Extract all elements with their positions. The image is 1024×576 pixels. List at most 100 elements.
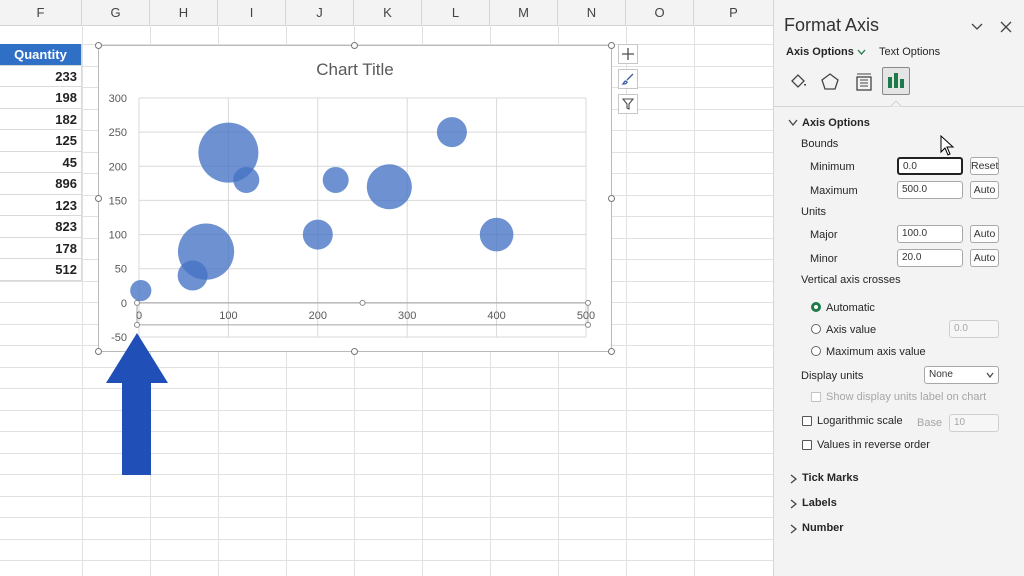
bubble-point[interactable] bbox=[322, 166, 349, 193]
resize-handle[interactable] bbox=[608, 348, 615, 355]
chevron-right-icon[interactable] bbox=[790, 499, 797, 509]
chart-filters-button[interactable] bbox=[618, 94, 638, 114]
table-cell[interactable]: 896 bbox=[0, 173, 82, 195]
column-header-p[interactable]: P bbox=[694, 0, 773, 25]
bubble-point[interactable] bbox=[479, 217, 514, 252]
section-axis-options[interactable]: Axis Options bbox=[802, 117, 870, 129]
chevron-down-icon[interactable] bbox=[788, 119, 798, 127]
table-cell[interactable]: 125 bbox=[0, 130, 82, 152]
axis-options-tab-button[interactable] bbox=[882, 67, 910, 95]
axis-value-radio[interactable] bbox=[811, 324, 821, 334]
table-cell[interactable]: 233 bbox=[0, 65, 82, 87]
table-cell[interactable]: 123 bbox=[0, 194, 82, 216]
maximum-input[interactable]: 500.0 bbox=[897, 181, 963, 199]
resize-handle[interactable] bbox=[351, 348, 358, 355]
major-input[interactable]: 100.0 bbox=[897, 225, 963, 243]
column-header-l[interactable]: L bbox=[422, 0, 490, 25]
chart-styles-button[interactable] bbox=[618, 69, 638, 89]
resize-handle[interactable] bbox=[95, 348, 102, 355]
column-header-k[interactable]: K bbox=[354, 0, 422, 25]
auto-button[interactable]: Auto bbox=[970, 181, 999, 199]
column-header-g[interactable]: G bbox=[82, 0, 150, 25]
tab-text-options[interactable]: Text Options bbox=[879, 46, 940, 58]
bubble-point[interactable] bbox=[436, 117, 467, 148]
table-cell[interactable]: 823 bbox=[0, 216, 82, 238]
x-axis[interactable]: 0 100 200 300 400 500 bbox=[134, 299, 596, 328]
resize-handle[interactable] bbox=[95, 195, 102, 202]
column-header-m[interactable]: M bbox=[490, 0, 558, 25]
table-cell[interactable]: 198 bbox=[0, 87, 82, 109]
pane-title: Format Axis bbox=[784, 15, 880, 35]
axis-value-label[interactable]: Axis value bbox=[826, 324, 876, 336]
section-labels[interactable]: Labels bbox=[802, 497, 837, 509]
bubble-series[interactable] bbox=[130, 117, 514, 302]
chart-elements-button[interactable] bbox=[618, 44, 638, 64]
logarithmic-scale-checkbox[interactable] bbox=[802, 416, 812, 426]
table-cell[interactable]: 182 bbox=[0, 108, 82, 130]
axis-value-input[interactable]: 0.0 bbox=[949, 320, 999, 338]
table-cell[interactable]: 45 bbox=[0, 151, 82, 173]
tab-axis-options[interactable]: Axis Options bbox=[786, 46, 854, 58]
bubble-point[interactable] bbox=[130, 279, 152, 302]
plus-icon bbox=[622, 48, 634, 60]
y-tick-label: 200 bbox=[109, 161, 127, 173]
chevron-right-icon[interactable] bbox=[790, 474, 797, 484]
maximum-label: Maximum bbox=[810, 185, 858, 197]
logarithmic-scale-label[interactable]: Logarithmic scale bbox=[817, 415, 903, 427]
show-display-units-label[interactable]: Show display units label on chart bbox=[826, 391, 986, 403]
automatic-label[interactable]: Automatic bbox=[826, 302, 875, 314]
maximum-axis-value-radio[interactable] bbox=[811, 346, 821, 356]
chevron-down-icon[interactable] bbox=[857, 49, 866, 56]
minor-input[interactable]: 20.0 bbox=[897, 249, 963, 267]
bubble-point[interactable] bbox=[233, 166, 260, 193]
chevron-down-icon bbox=[986, 372, 994, 378]
column-header-j[interactable]: J bbox=[286, 0, 354, 25]
resize-handle[interactable] bbox=[608, 42, 615, 49]
table-cell[interactable]: 512 bbox=[0, 259, 82, 281]
effects-icon[interactable] bbox=[820, 72, 840, 92]
size-properties-icon[interactable] bbox=[854, 72, 874, 92]
display-units-select[interactable]: None bbox=[924, 366, 999, 384]
maximum-axis-value-label[interactable]: Maximum axis value bbox=[826, 346, 926, 358]
base-input[interactable]: 10 bbox=[949, 414, 999, 432]
minimum-input[interactable]: 0.0 bbox=[897, 157, 963, 175]
x-tick-label: 500 bbox=[577, 310, 595, 322]
chart-title[interactable]: Chart Title bbox=[316, 60, 393, 79]
fill-line-icon[interactable] bbox=[788, 72, 808, 92]
column-header-n[interactable]: N bbox=[558, 0, 626, 25]
reset-button[interactable]: Reset bbox=[970, 157, 999, 175]
column-header-h[interactable]: H bbox=[150, 0, 218, 25]
reverse-order-checkbox[interactable] bbox=[802, 440, 812, 450]
x-tick-label: 0 bbox=[136, 310, 142, 322]
resize-handle[interactable] bbox=[95, 42, 102, 49]
reverse-order-label[interactable]: Values in reverse order bbox=[817, 439, 930, 451]
bar-chart-icon bbox=[888, 73, 904, 88]
minimum-label: Minimum bbox=[810, 161, 855, 173]
chevron-right-icon[interactable] bbox=[790, 524, 797, 534]
chevron-down-icon[interactable] bbox=[971, 22, 983, 32]
column-header-f[interactable]: F bbox=[0, 0, 82, 25]
quantity-header-cell[interactable]: Quantity bbox=[0, 44, 82, 66]
bubble-point[interactable] bbox=[177, 223, 235, 280]
y-tick-label: 300 bbox=[109, 93, 127, 105]
auto-button[interactable]: Auto bbox=[970, 249, 999, 267]
automatic-radio[interactable] bbox=[811, 302, 821, 312]
section-number[interactable]: Number bbox=[802, 522, 844, 534]
resize-handle[interactable] bbox=[351, 42, 358, 49]
bubble-point[interactable] bbox=[366, 164, 412, 210]
close-icon[interactable] bbox=[1000, 21, 1012, 33]
spreadsheet-grid[interactable]: F G H I J K L M N O P Quantity 233 198 1… bbox=[0, 0, 773, 576]
y-tick-label: 50 bbox=[115, 264, 127, 276]
auto-button[interactable]: Auto bbox=[970, 225, 999, 243]
resize-handle[interactable] bbox=[608, 195, 615, 202]
paintbrush-icon bbox=[621, 73, 634, 85]
minor-label: Minor bbox=[810, 253, 838, 265]
show-display-units-checkbox[interactable] bbox=[811, 392, 821, 402]
column-header-i[interactable]: I bbox=[218, 0, 286, 25]
bubble-point[interactable] bbox=[302, 219, 333, 250]
x-tick-label: 100 bbox=[219, 310, 237, 322]
bubble-chart[interactable]: Chart Title 300 250 200 150 100 50 0 -50 0 100 20… bbox=[98, 45, 612, 352]
table-cell[interactable]: 178 bbox=[0, 237, 82, 259]
column-header-o[interactable]: O bbox=[626, 0, 694, 25]
section-tick-marks[interactable]: Tick Marks bbox=[802, 472, 859, 484]
